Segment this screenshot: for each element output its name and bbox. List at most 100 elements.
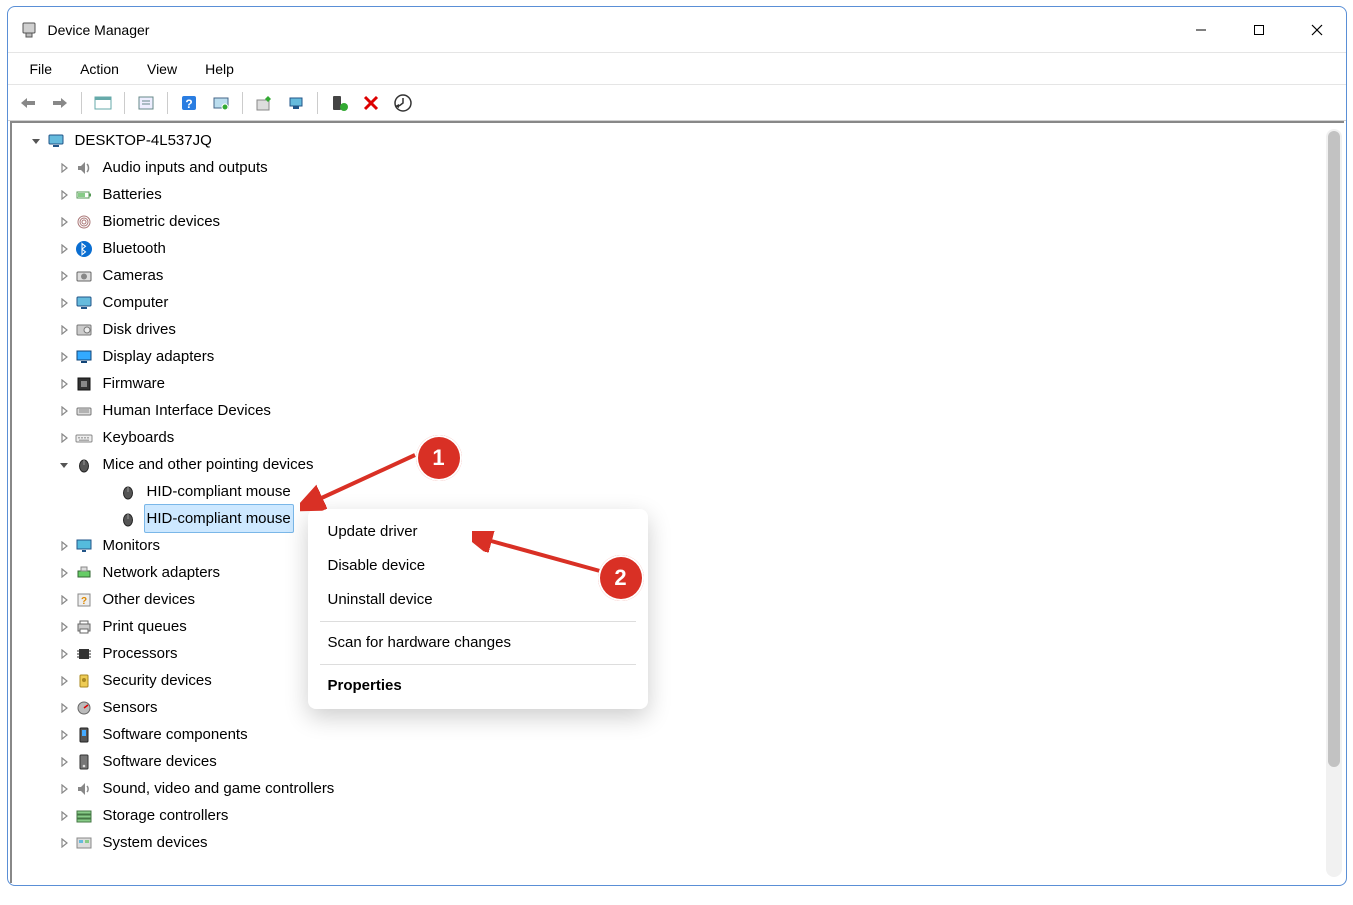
tree-category-9[interactable]: Human Interface Devices [12,397,1344,424]
chevron-right-icon[interactable] [56,727,72,743]
chevron-right-icon[interactable] [56,700,72,716]
tree-category-2[interactable]: Biometric devices [12,208,1344,235]
tree-node-label: Processors [100,639,181,668]
tree-category-1[interactable]: Batteries [12,181,1344,208]
tree-category-3[interactable]: Bluetooth [12,235,1344,262]
window-title: Device Manager [48,22,150,38]
mouse-icon [118,482,138,502]
chevron-right-icon[interactable] [56,835,72,851]
update-driver-icon [255,94,273,112]
chevron-right-icon[interactable] [56,268,72,284]
tree-category-8[interactable]: Firmware [12,370,1344,397]
tree-category-23[interactable]: System devices [12,829,1344,856]
menubar: File Action View Help [8,53,1346,85]
chevron-down-icon[interactable] [28,133,44,149]
tree-category-6[interactable]: Disk drives [12,316,1344,343]
disable-device-button[interactable] [357,89,385,117]
chevron-right-icon[interactable] [56,322,72,338]
bluetooth-icon [74,239,94,259]
chevron-right-icon[interactable] [56,754,72,770]
chevron-right-icon[interactable] [56,673,72,689]
tree-category-17[interactable]: Security devices [12,667,1344,694]
tree-category-11[interactable]: Mice and other pointing devices [12,451,1344,478]
properties-button[interactable] [132,89,160,117]
vertical-scrollbar[interactable] [1326,129,1342,877]
tree-node-label: Security devices [100,666,215,695]
tree-category-21[interactable]: Sound, video and game controllers [12,775,1344,802]
context-uninstall-device[interactable]: Uninstall device [308,583,648,617]
chevron-right-icon[interactable] [56,430,72,446]
show-hidden-button[interactable] [89,89,117,117]
tree-category-5[interactable]: Computer [12,289,1344,316]
chevron-right-icon[interactable] [56,187,72,203]
tree-category-10[interactable]: Keyboards [12,424,1344,451]
fingerprint-icon [74,212,94,232]
chevron-right-icon[interactable] [56,781,72,797]
minimize-button[interactable] [1172,7,1230,52]
mouse-icon [74,455,94,475]
tree-category-12[interactable]: Monitors [12,532,1344,559]
menu-file[interactable]: File [16,57,67,81]
forward-icon [51,96,69,110]
close-button[interactable] [1288,7,1346,52]
back-button[interactable] [14,89,42,117]
add-legacy-button[interactable] [389,89,417,117]
chevron-right-icon[interactable] [56,592,72,608]
tree-node-label: Network adapters [100,558,224,587]
tree-category-19[interactable]: Software components [12,721,1344,748]
tree-category-7[interactable]: Display adapters [12,343,1344,370]
context-properties[interactable]: Properties [308,669,648,703]
scan-hardware-button[interactable] [207,89,235,117]
chevron-right-icon[interactable] [56,295,72,311]
processor-icon [74,644,94,664]
app-icon [20,21,38,39]
tree-category-13[interactable]: Network adapters [12,559,1344,586]
tree-node-label: Software devices [100,747,220,776]
tree-node-label: Keyboards [100,423,178,452]
tree-root[interactable]: DESKTOP-4L537JQ [12,127,1344,154]
chevron-right-icon[interactable] [56,349,72,365]
update-driver-button[interactable] [250,89,278,117]
chevron-right-icon[interactable] [56,376,72,392]
chevron-right-icon[interactable] [56,214,72,230]
chevron-right-icon[interactable] [56,241,72,257]
help-button[interactable]: ? [175,89,203,117]
tree-node-label: Storage controllers [100,801,232,830]
maximize-button[interactable] [1230,7,1288,52]
chevron-right-icon[interactable] [56,403,72,419]
back-icon [19,96,37,110]
tree-category-20[interactable]: Software devices [12,748,1344,775]
chevron-right-icon[interactable] [56,808,72,824]
chevron-right-icon[interactable] [56,565,72,581]
device-manager-window: Device Manager File Action View Help ? [7,6,1347,886]
chevron-right-icon[interactable] [56,619,72,635]
chevron-right-icon[interactable] [56,538,72,554]
tree-category-22[interactable]: Storage controllers [12,802,1344,829]
tree-node-label: Cameras [100,261,167,290]
chevron-down-icon[interactable] [56,457,72,473]
tree-device-mouse-1[interactable]: HID-compliant mouse [12,505,1344,532]
enable-device-button[interactable] [325,89,353,117]
menu-help[interactable]: Help [191,57,248,81]
chevron-right-icon[interactable] [56,646,72,662]
tree-category-15[interactable]: Print queues [12,613,1344,640]
scrollbar-thumb[interactable] [1328,131,1340,767]
forward-button[interactable] [46,89,74,117]
menu-action[interactable]: Action [66,57,133,81]
titlebar: Device Manager [8,7,1346,53]
chevron-right-icon[interactable] [56,160,72,176]
uninstall-device-button[interactable] [282,89,310,117]
menu-view[interactable]: View [133,57,191,81]
tree-category-18[interactable]: Sensors [12,694,1344,721]
toolbar-separator [317,92,318,114]
tree-category-0[interactable]: Audio inputs and outputs [12,154,1344,181]
annotation-marker-2: 2 [598,555,644,601]
device-tree[interactable]: DESKTOP-4L537JQAudio inputs and outputsB… [12,123,1344,883]
tree-device-mouse-0[interactable]: HID-compliant mouse [12,478,1344,505]
security-icon [74,671,94,691]
camera-icon [74,266,94,286]
context-scan-hardware[interactable]: Scan for hardware changes [308,626,648,660]
tree-category-16[interactable]: Processors [12,640,1344,667]
tree-category-4[interactable]: Cameras [12,262,1344,289]
tree-category-14[interactable]: ?Other devices [12,586,1344,613]
